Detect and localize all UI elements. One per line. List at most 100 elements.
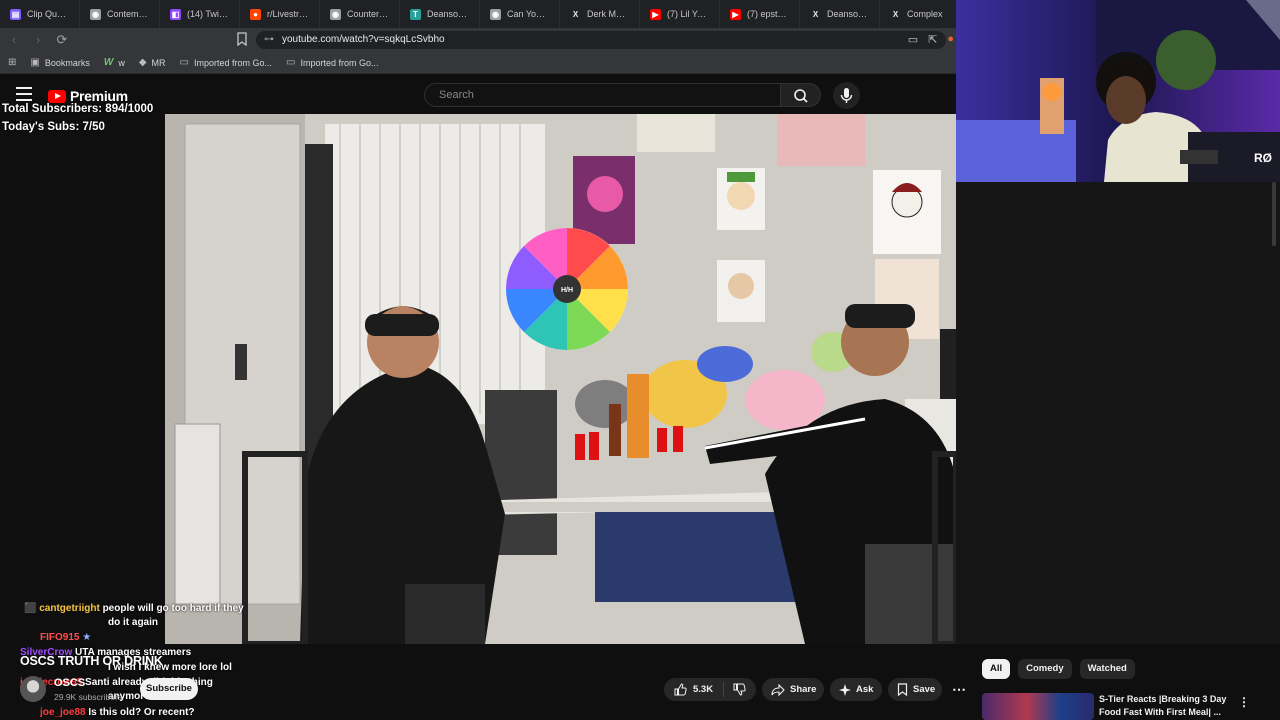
browser-tab[interactable]: ◉ Contempora (80, 0, 160, 28)
web-icon: ◉ (330, 8, 341, 20)
extension-icon[interactable]: ● (947, 33, 954, 46)
browser-tab-label: Deansocool (827, 9, 869, 19)
total-subscribers: Total Subscribers: 894/1000 (2, 103, 154, 115)
browser-tab[interactable]: ▤ Clip Queue (0, 0, 80, 28)
web-icon: ◉ (90, 8, 101, 20)
browser-tab-label: Counter-Strik (347, 9, 389, 19)
subscriber-goal-overlay: Total Subscribers: 894/1000 Today's Subs… (2, 100, 153, 136)
microphone-icon (840, 88, 853, 103)
forward-icon[interactable]: › (28, 30, 48, 50)
cast-icon[interactable]: ▭ (908, 33, 918, 46)
browser-tab-label: Complex (907, 9, 943, 19)
sparkle-icon (839, 683, 851, 696)
channel-avatar[interactable] (20, 676, 46, 702)
video-player[interactable]: H/H (165, 114, 956, 644)
bookmark-page-icon[interactable] (236, 32, 250, 48)
url-field[interactable]: ⊶ youtube.com/watch?v=sqkqLcSvbho (256, 31, 946, 49)
bookmark-icon (897, 683, 908, 696)
site-info-icon[interactable]: ⊶ (264, 31, 274, 49)
voice-search-button[interactable] (833, 82, 860, 109)
reload-icon[interactable]: ⟳ (52, 30, 72, 50)
web-icon: ◉ (490, 8, 501, 20)
share-button[interactable]: Share (762, 678, 824, 701)
chat-text: Is this old? Or recent? (88, 707, 195, 718)
chip-watched[interactable]: Watched (1079, 659, 1135, 679)
browser-tab[interactable]: ● r/Livestream (240, 0, 320, 28)
chip-all[interactable]: All (982, 659, 1011, 679)
bookmark-item[interactable]: Ww (104, 57, 125, 68)
browser-tab-label: (7) epstein (747, 9, 789, 19)
todays-subs: Today's Subs: 7/50 (2, 121, 105, 133)
webcam-frame: RØ (956, 0, 1280, 182)
video-frame: H/H (165, 114, 956, 644)
scrollbar[interactable] (1272, 182, 1276, 246)
w-icon: W (103, 57, 114, 68)
bookmarks-icon: ▣ (30, 57, 40, 68)
wheel-label: H/H (561, 287, 573, 294)
browser-tab-label: r/Livestream (267, 9, 309, 19)
chip-comedy[interactable]: Comedy (1018, 659, 1072, 679)
search-input[interactable]: Search (424, 83, 781, 107)
chat-message: ⬛ cantgetriight people will go too hard … (24, 603, 244, 614)
ask-button[interactable]: Ask (830, 678, 882, 701)
more-actions-icon[interactable]: ⋯ (950, 681, 968, 697)
webcam-overlay-text: RØ (1254, 151, 1272, 165)
url-text: youtube.com/watch?v=sqkqLcSvbho (282, 34, 445, 45)
reddit-icon: ● (250, 8, 261, 20)
x-icon: X (572, 9, 579, 19)
share-page-icon[interactable]: ⇱ (928, 33, 937, 46)
bookmark-item[interactable]: ▣ Bookmarks (30, 57, 89, 68)
browser-tab[interactable]: X Derk Matison (560, 0, 640, 28)
x-icon: X (812, 9, 819, 19)
browser-tab-label: (14) Twitch (187, 9, 229, 19)
recommendation-thumbnail[interactable] (982, 693, 1094, 720)
thumbs-up-icon (674, 683, 687, 696)
browser-tab[interactable]: ▶ (7) Lil Yachty (640, 0, 720, 28)
twitch-icon: ◧ (170, 8, 181, 20)
browser-tab[interactable]: ◧ (14) Twitch (160, 0, 240, 28)
search-icon (794, 89, 808, 103)
share-icon (771, 683, 785, 696)
folder-icon: ▭ (286, 57, 296, 68)
browser-tab-bar: ▤ Clip Queue ◉ Contempora ◧ (14) Twitch ● r/Liv… (0, 0, 960, 28)
channel-name[interactable]: OSCS (54, 677, 85, 689)
browser-tab[interactable]: X Complex (880, 0, 960, 28)
youtube-icon: ▶ (730, 8, 741, 20)
save-button[interactable]: Save (888, 678, 942, 701)
apps-icon[interactable]: ⊞ (8, 57, 16, 68)
bookmarks-bar: ⊞ ▣ Bookmarks Ww ◆ MR ▭ Imported from Go...… (0, 52, 960, 74)
chat-username: cantgetriight (39, 603, 100, 614)
streamer-webcam: RØ (956, 0, 1280, 182)
chat-username: FIFO915 (40, 632, 80, 643)
browser-tab-label: Deansocool (427, 9, 469, 19)
like-count: 5.3K (693, 684, 714, 695)
screen: ▤ Clip Queue ◉ Contempora ◧ (14) Twitch ● r/Liv… (0, 0, 1280, 720)
back-icon[interactable]: ‹ (4, 30, 24, 50)
browser-tab[interactable]: ◉ Can You Nam (480, 0, 560, 28)
browser-tab[interactable]: X Deansocool (800, 0, 880, 28)
prize-wheel: H/H (506, 228, 628, 350)
bookmark-folder[interactable]: ▭ Imported from Go... (286, 57, 378, 68)
channel-subscriber-count: 29.9K subscribers (54, 692, 123, 702)
browser-tab-label: Clip Queue (27, 9, 69, 19)
menu-icon[interactable] (16, 87, 32, 101)
dislike-button[interactable] (724, 683, 746, 696)
browser-tab[interactable]: ◉ Counter-Strik (320, 0, 400, 28)
search-button[interactable] (781, 83, 821, 107)
youtube-icon: ▶ (650, 8, 661, 20)
chat-message: joe_joe88 Is this old? Or recent? (40, 706, 195, 720)
browser-tab-label: Can You Nam (507, 9, 549, 19)
browser-tab[interactable]: T Deansocool (400, 0, 480, 28)
bookmark-folder[interactable]: ▭ Imported from Go... (180, 57, 272, 68)
bookmark-item[interactable]: ◆ MR (139, 57, 166, 68)
browser-tab[interactable]: ▶ (7) epstein (720, 0, 800, 28)
mr-icon: ◆ (138, 57, 147, 68)
browser-tab-label: Contempora (107, 9, 149, 19)
browser-tab-label: Derk Matison (587, 9, 629, 19)
subscribe-button[interactable]: Subscribe (140, 678, 198, 700)
recommendation-title[interactable]: S-Tier Reacts |Breaking 3 Day Food Fast … (1099, 693, 1234, 719)
like-button[interactable]: 5.3K (664, 682, 725, 697)
address-bar-row: ‹ › ⟳ ⊶ youtube.com/watch?v=sqkqLcSvbho … (0, 28, 960, 52)
folder-icon: ▭ (179, 57, 189, 68)
recommendation-menu-icon[interactable]: ⋮ (1238, 695, 1250, 709)
